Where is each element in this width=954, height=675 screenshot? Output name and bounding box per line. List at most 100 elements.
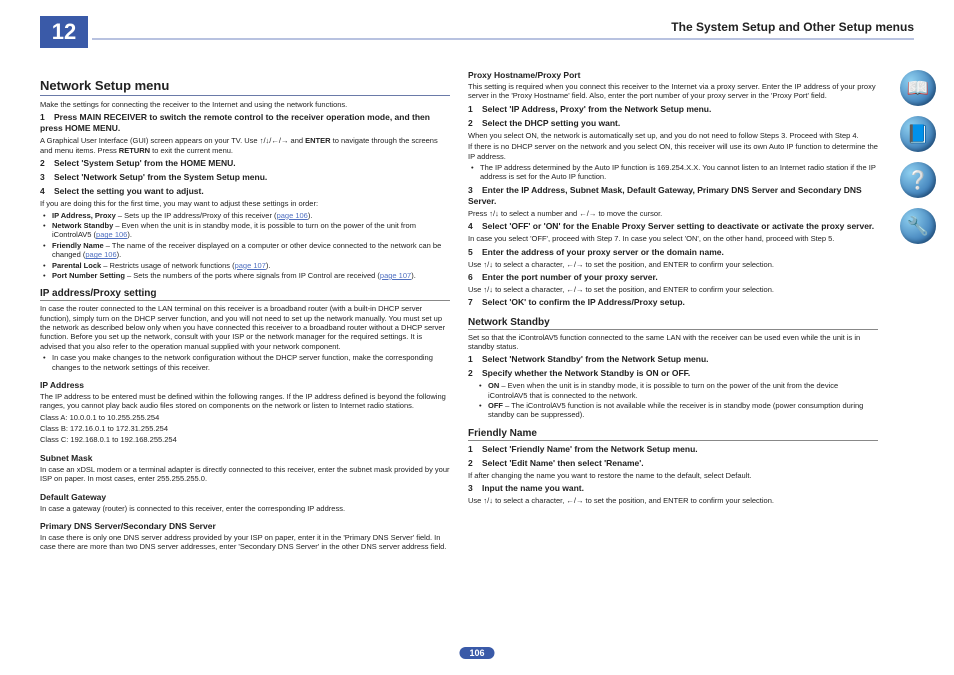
t: to exit the current menu. — [150, 146, 233, 155]
heading-gateway: Default Gateway — [40, 492, 450, 502]
t: ). — [411, 271, 416, 280]
help-icon[interactable]: ❔ — [900, 162, 936, 198]
on-note: When you select ON, the network is autom… — [468, 131, 878, 140]
use-note-1: Use ↑/↓ to select a character, ←/→ to se… — [468, 260, 878, 269]
rstep-1: 1Select 'IP Address, Proxy' from the Net… — [468, 104, 878, 115]
fstep-3: 3Input the name you want. — [468, 483, 878, 494]
gui-note: A Graphical User Interface (GUI) screen … — [40, 136, 450, 155]
t: Enter the address of your proxy server o… — [482, 247, 724, 257]
nstep-2: 2Specify whether the Network Standby is … — [468, 368, 878, 379]
step-3: 3Select 'Network Setup' from the System … — [40, 172, 450, 183]
t: Select the DHCP setting you want. — [482, 118, 620, 128]
list-item: IP Address, Proxy – Sets up the IP addre… — [52, 211, 450, 220]
step-1-text: Press MAIN RECEIVER to switch the remote… — [40, 112, 430, 133]
fn-use: Use ↑/↓ to select a character, ←/→ to se… — [468, 496, 878, 505]
list-item: Network Standby – Even when the unit is … — [52, 221, 450, 240]
t: Port Number Setting — [52, 271, 125, 280]
list-item: Parental Lock – Restricts usage of netwo… — [52, 261, 450, 270]
enter-label: ENTER — [305, 136, 330, 145]
gateway-text: In case a gateway (router) is connected … — [40, 504, 450, 513]
step-2: 2Select 'System Setup' from the HOME MEN… — [40, 158, 450, 169]
t: – Sets up the IP address/Proxy of this r… — [116, 211, 277, 220]
t: ). — [117, 250, 122, 259]
footer-page-number: 106 — [459, 647, 494, 659]
t: Input the name you want. — [482, 483, 584, 493]
t: ). — [266, 261, 271, 270]
press-note: Press ↑/↓ to select a number and ←/→ to … — [468, 209, 878, 218]
top-rule — [92, 38, 914, 40]
proxy-text: This setting is required when you connec… — [468, 82, 878, 101]
t: Enter the port number of your proxy serv… — [482, 272, 658, 282]
standby-text: Set so that the iControlAV5 function con… — [468, 333, 878, 352]
t: Select 'Friendly Name' from the Network … — [482, 444, 698, 454]
chapter-title: The System Setup and Other Setup menus — [671, 20, 914, 34]
t: Select 'IP Address, Proxy' from the Netw… — [482, 104, 711, 114]
use-note-2: Use ↑/↓ to select a character, ←/→ to se… — [468, 285, 878, 294]
step-1: 1Press MAIN RECEIVER to switch the remot… — [40, 112, 450, 134]
t: Select 'OK' to confirm the IP Address/Pr… — [482, 297, 685, 307]
main-columns: Network Setup menu Make the settings for… — [40, 70, 880, 554]
dns-text: In case there is only one DNS server add… — [40, 533, 450, 552]
rstep-5: 5Enter the address of your proxy server … — [468, 247, 878, 258]
link-page107[interactable]: page 107 — [380, 271, 411, 280]
nodhcp-note: If there is no DHCP server on the networ… — [468, 142, 878, 161]
autoip-list: The IP address determined by the Auto IP… — [468, 163, 878, 182]
step-4: 4Select the setting you want to adjust. — [40, 186, 450, 197]
heading-subnet: Subnet Mask — [40, 453, 450, 463]
t: Select 'System Setup' from the HOME MENU… — [54, 158, 236, 168]
link-page106[interactable]: page 106 — [96, 230, 127, 239]
heading-proxy-hostport: Proxy Hostname/Proxy Port — [468, 70, 878, 80]
t: ). — [308, 211, 313, 220]
t: and — [288, 136, 305, 145]
link-page106[interactable]: page 106 — [85, 250, 116, 259]
standby-options: ONON – Even when the unit is in standby … — [468, 381, 878, 420]
t: A Graphical User Interface (GUI) screen … — [40, 136, 260, 145]
ipaddr-text: The IP address to be entered must be def… — [40, 392, 450, 411]
list-item: ONON – Even when the unit is in standby … — [488, 381, 878, 400]
arrow-icons: ↑/↓/←/→ — [260, 136, 289, 145]
fstep-1: 1Select 'Friendly Name' from the Network… — [468, 444, 878, 455]
heading-ip-proxy: IP address/Proxy setting — [40, 288, 450, 301]
t: Select the setting you want to adjust. — [54, 186, 204, 196]
t: Enter the IP Address, Subnet Mask, Defau… — [468, 185, 862, 206]
book-icon[interactable]: 📖 — [900, 70, 936, 106]
right-column: Proxy Hostname/Proxy Port This setting i… — [468, 70, 878, 554]
rstep-7: 7Select 'OK' to confirm the IP Address/P… — [468, 297, 878, 308]
firsttime-note: If you are doing this for the first time… — [40, 199, 450, 208]
tools-icon[interactable]: 🔧 — [900, 208, 936, 244]
rstep-3: 3Enter the IP Address, Subnet Mask, Defa… — [468, 185, 878, 207]
list-item: In case you make changes to the network … — [52, 353, 450, 372]
left-column: Network Setup menu Make the settings for… — [40, 70, 450, 554]
t: Friendly Name — [52, 241, 104, 250]
fn-note: If after changing the name you want to r… — [468, 471, 878, 480]
t: Parental Lock — [52, 261, 101, 270]
ipproxy-note-list: In case you make changes to the network … — [40, 353, 450, 372]
list-item: OFFOFF – The iControlAV5 function is not… — [488, 401, 878, 420]
rstep-6: 6Enter the port number of your proxy ser… — [468, 272, 878, 283]
list-item: Friendly Name – The name of the receiver… — [52, 241, 450, 260]
heading-ipaddress: IP Address — [40, 380, 450, 390]
t: Select 'Network Standby' from the Networ… — [482, 354, 709, 364]
heading-dns: Primary DNS Server/Secondary DNS Server — [40, 521, 450, 531]
glossary-icon[interactable]: 📘 — [900, 116, 936, 152]
t: Select 'Network Setup' from the System S… — [54, 172, 267, 182]
link-page106[interactable]: page 106 — [277, 211, 308, 220]
rstep-4: 4Select 'OFF' or 'ON' for the Enable Pro… — [468, 221, 878, 232]
class-c: Class C: 192.168.0.1 to 192.168.255.254 — [40, 435, 450, 444]
subnet-text: In case an xDSL modem or a terminal adap… — [40, 465, 450, 484]
t: IP Address, Proxy — [52, 211, 116, 220]
t: Select 'OFF' or 'ON' for the Enable Prox… — [482, 221, 874, 231]
t: Select 'Edit Name' then select 'Rename'. — [482, 458, 644, 468]
sidebar-icons: 📖 📘 ❔ 🔧 — [900, 70, 940, 244]
class-b: Class B: 172.16.0.1 to 172.31.255.254 — [40, 424, 450, 433]
list-item: Port Number Setting – Sets the numbers o… — [52, 271, 450, 280]
heading-network-setup: Network Setup menu — [40, 78, 450, 96]
heading-friendly-name: Friendly Name — [468, 428, 878, 441]
link-page107[interactable]: page 107 — [235, 261, 266, 270]
fstep-2: 2Select 'Edit Name' then select 'Rename'… — [468, 458, 878, 469]
t: ). — [127, 230, 132, 239]
intro-text: Make the settings for connecting the rec… — [40, 100, 450, 109]
nstep-1: 1Select 'Network Standby' from the Netwo… — [468, 354, 878, 365]
heading-network-standby: Network Standby — [468, 317, 878, 330]
top-bar: 12 The System Setup and Other Setup menu… — [40, 16, 914, 48]
